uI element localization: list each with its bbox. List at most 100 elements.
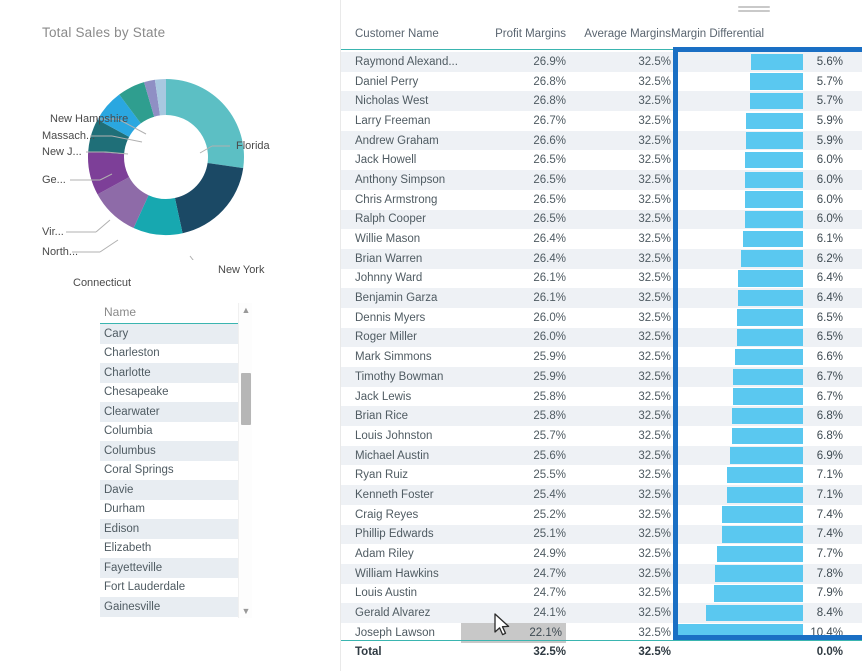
table-row[interactable]: Brian Rice 25.8% 32.5% 6.8% bbox=[341, 406, 862, 427]
table-row[interactable]: Michael Austin 25.6% 32.5% 6.9% bbox=[341, 445, 862, 466]
slicer-scrollbar[interactable]: ▲ ▼ bbox=[238, 303, 252, 618]
cell-margin-differential[interactable]: 5.9% bbox=[671, 131, 851, 151]
cell-margin-differential[interactable]: 6.9% bbox=[671, 446, 851, 466]
cell-average-margins[interactable]: 32.5% bbox=[551, 111, 671, 131]
chevron-up-icon[interactable]: ▲ bbox=[239, 303, 253, 317]
slicer-item[interactable]: Chesapeake bbox=[100, 383, 252, 403]
cell-margin-differential[interactable]: 6.4% bbox=[671, 288, 851, 308]
cell-margin-differential[interactable]: 7.7% bbox=[671, 544, 851, 564]
cell-average-margins[interactable]: 32.5% bbox=[551, 406, 671, 426]
cell-margin-differential[interactable]: 6.2% bbox=[671, 249, 851, 269]
chevron-down-icon[interactable]: ▼ bbox=[239, 604, 253, 618]
name-slicer[interactable]: Name Cary Charleston Charlotte Chesapeake Cl… bbox=[100, 300, 252, 625]
slicer-item[interactable]: Columbus bbox=[100, 441, 252, 461]
cell-margin-differential[interactable]: 5.7% bbox=[671, 72, 851, 92]
table-row[interactable]: Chris Armstrong 26.5% 32.5% 6.0% bbox=[341, 190, 862, 210]
table-row[interactable]: Louis Austin 24.7% 32.5% 7.9% bbox=[341, 584, 862, 604]
cell-margin-differential[interactable]: 6.0% bbox=[671, 210, 851, 230]
cell-margin-differential[interactable]: 5.6% bbox=[671, 52, 851, 72]
cell-margin-differential[interactable]: 5.9% bbox=[671, 111, 851, 131]
table-row[interactable]: Jack Lewis 25.8% 32.5% 6.7% bbox=[341, 387, 862, 407]
cell-average-margins[interactable]: 32.5% bbox=[551, 544, 671, 564]
slicer-item[interactable]: Charlotte bbox=[100, 363, 252, 383]
slicer-list[interactable]: Cary Charleston Charlotte Chesapeake Clearwa… bbox=[100, 324, 252, 617]
slicer-item[interactable]: Durham bbox=[100, 500, 252, 520]
table-row[interactable]: Benjamin Garza 26.1% 32.5% 6.4% bbox=[341, 288, 862, 308]
cell-margin-differential[interactable]: 5.7% bbox=[671, 91, 851, 111]
cell-margin-differential[interactable]: 7.1% bbox=[671, 485, 851, 505]
cell-average-margins[interactable]: 32.5% bbox=[551, 603, 671, 623]
donut-slice[interactable] bbox=[166, 78, 244, 169]
slicer-item[interactable]: Cary bbox=[100, 324, 252, 344]
slicer-item[interactable]: Columbia bbox=[100, 422, 252, 442]
table-row[interactable]: Ralph Cooper 26.5% 32.5% 6.0% bbox=[341, 209, 862, 230]
cell-customer-name[interactable]: Roger Miller bbox=[355, 328, 417, 348]
cell-customer-name[interactable]: Daniel Perry bbox=[355, 72, 418, 92]
cell-customer-name[interactable]: William Hawkins bbox=[355, 564, 439, 584]
cell-customer-name[interactable]: Mark Simmons bbox=[355, 347, 432, 367]
cell-margin-differential[interactable]: 6.5% bbox=[671, 328, 851, 348]
cell-average-margins[interactable]: 32.5% bbox=[551, 269, 671, 289]
table-row[interactable]: Jack Howell 26.5% 32.5% 6.0% bbox=[341, 150, 862, 170]
cell-margin-differential[interactable]: 6.1% bbox=[671, 229, 851, 249]
cell-customer-name[interactable]: Raymond Alexand... bbox=[355, 52, 458, 72]
cell-margin-differential[interactable]: 6.0% bbox=[671, 150, 851, 170]
cell-customer-name[interactable]: Benjamin Garza bbox=[355, 288, 437, 308]
table-row[interactable]: Timothy Bowman 25.9% 32.5% 6.7% bbox=[341, 367, 862, 387]
cell-average-margins[interactable]: 32.5% bbox=[551, 485, 671, 505]
table-row[interactable]: Roger Miller 26.0% 32.5% 6.5% bbox=[341, 327, 862, 348]
cell-average-margins[interactable]: 32.5% bbox=[551, 505, 671, 525]
column-header-margin-differential[interactable]: Margin Differential bbox=[671, 28, 764, 40]
slicer-item[interactable]: Edison bbox=[100, 519, 252, 539]
cell-average-margins[interactable]: 32.5% bbox=[551, 367, 671, 387]
cell-average-margins[interactable]: 32.5% bbox=[551, 52, 671, 72]
cell-customer-name[interactable]: Gerald Alvarez bbox=[355, 603, 430, 623]
cell-customer-name[interactable]: Chris Armstrong bbox=[355, 190, 437, 210]
cell-customer-name[interactable]: Adam Riley bbox=[355, 544, 414, 564]
cell-average-margins[interactable]: 32.5% bbox=[551, 150, 671, 170]
cell-customer-name[interactable]: Craig Reyes bbox=[355, 505, 418, 525]
cell-average-margins[interactable]: 32.5% bbox=[551, 446, 671, 466]
cell-average-margins[interactable]: 32.5% bbox=[551, 190, 671, 210]
cell-customer-name[interactable]: Jack Howell bbox=[355, 150, 416, 170]
cell-margin-differential[interactable]: 7.9% bbox=[671, 584, 851, 604]
cell-average-margins[interactable]: 32.5% bbox=[551, 465, 671, 485]
table-row[interactable]: Raymond Alexand... 26.9% 32.5% 5.6% bbox=[341, 52, 862, 72]
table-row[interactable]: Nicholas West 26.8% 32.5% 5.7% bbox=[341, 91, 862, 112]
slicer-item[interactable]: Clearwater bbox=[100, 402, 252, 422]
slicer-item[interactable]: Coral Springs bbox=[100, 461, 252, 481]
table-row[interactable]: Louis Johnston 25.7% 32.5% 6.8% bbox=[341, 426, 862, 446]
cell-average-margins[interactable]: 32.5% bbox=[551, 387, 671, 407]
cell-margin-differential[interactable]: 6.8% bbox=[671, 406, 851, 426]
slicer-item[interactable]: Davie bbox=[100, 480, 252, 500]
cell-margin-differential[interactable]: 6.7% bbox=[671, 387, 851, 407]
drag-handle-icon[interactable] bbox=[738, 6, 770, 15]
column-header-average-margins[interactable]: Average Margins bbox=[551, 28, 671, 40]
table-row[interactable]: Kenneth Foster 25.4% 32.5% 7.1% bbox=[341, 485, 862, 505]
cell-customer-name[interactable]: Ralph Cooper bbox=[355, 210, 426, 230]
cell-average-margins[interactable]: 32.5% bbox=[551, 584, 671, 604]
cell-customer-name[interactable]: Kenneth Foster bbox=[355, 485, 434, 505]
slicer-item[interactable]: Fort Lauderdale bbox=[100, 578, 252, 598]
cell-margin-differential[interactable]: 6.8% bbox=[671, 426, 851, 446]
table-row[interactable]: Brian Warren 26.4% 32.5% 6.2% bbox=[341, 248, 862, 269]
cell-average-margins[interactable]: 32.5% bbox=[551, 91, 671, 111]
cell-average-margins[interactable]: 32.5% bbox=[551, 347, 671, 367]
table-row[interactable]: Mark Simmons 25.9% 32.5% 6.6% bbox=[341, 347, 862, 367]
slicer-item[interactable]: Elizabeth bbox=[100, 539, 252, 559]
cell-margin-differential[interactable]: 6.5% bbox=[671, 308, 851, 328]
cell-average-margins[interactable]: 32.5% bbox=[551, 229, 671, 249]
cell-average-margins[interactable]: 32.5% bbox=[551, 328, 671, 348]
table-row[interactable]: William Hawkins 24.7% 32.5% 7.8% bbox=[341, 563, 862, 584]
cell-customer-name[interactable]: Louis Austin bbox=[355, 584, 417, 604]
cell-customer-name[interactable]: Dennis Myers bbox=[355, 308, 425, 328]
cell-customer-name[interactable]: Larry Freeman bbox=[355, 111, 430, 131]
donut-chart[interactable]: Florida New York New Hampshire Massach... Ne… bbox=[0, 50, 330, 289]
cell-customer-name[interactable]: Nicholas West bbox=[355, 91, 428, 111]
cell-customer-name[interactable]: Andrew Graham bbox=[355, 131, 439, 151]
cell-customer-name[interactable]: Willie Mason bbox=[355, 229, 420, 249]
cell-average-margins[interactable]: 32.5% bbox=[551, 131, 671, 151]
donut-slice[interactable] bbox=[174, 162, 244, 234]
cell-customer-name[interactable]: Johnny Ward bbox=[355, 269, 422, 289]
cell-average-margins[interactable]: 32.5% bbox=[551, 249, 671, 269]
